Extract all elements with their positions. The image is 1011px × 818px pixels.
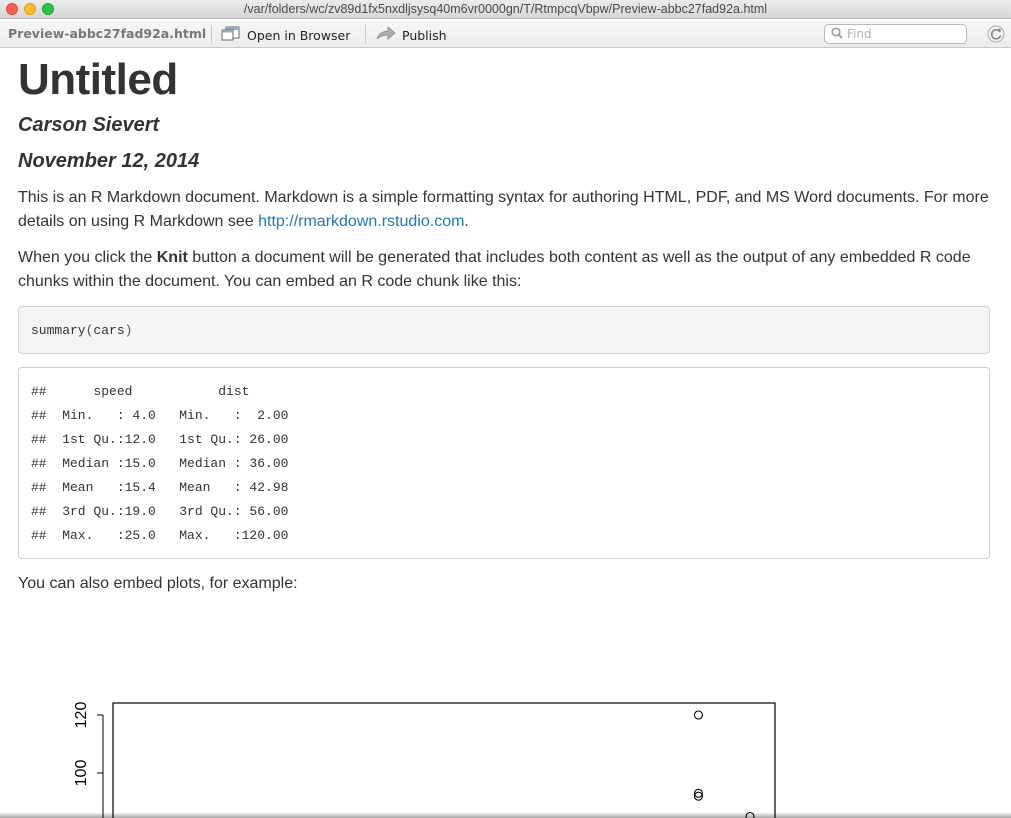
- find-box[interactable]: [824, 24, 967, 44]
- knit-text-pre: When you click the: [18, 249, 157, 266]
- window-titlebar: /var/folders/wc/zv89d1fx5nxdljsysq40m6vr…: [0, 0, 1011, 19]
- intro-text: This is an R Markdown document. Markdown…: [18, 189, 989, 230]
- output-line: ## speed dist: [31, 384, 305, 399]
- code-argument: cars: [93, 323, 125, 338]
- document-date: November 12, 2014: [18, 150, 200, 172]
- code-function: summary: [31, 323, 86, 338]
- publish-label: Publish: [402, 27, 447, 43]
- toolbar-separator: [365, 25, 366, 43]
- document-title: Untitled: [18, 55, 178, 104]
- intro-end: .: [464, 213, 469, 230]
- y-tick-label: 100: [73, 760, 90, 787]
- output-line: ## Median :15.0 Median : 36.00: [31, 456, 305, 471]
- open-in-browser-button[interactable]: Open in Browser: [221, 26, 350, 44]
- toolbar-separator: [211, 25, 212, 43]
- output-line: ## 3rd Qu.:19.0 3rd Qu.: 56.00: [31, 504, 305, 519]
- rmarkdown-link[interactable]: http://rmarkdown.rstudio.com: [258, 213, 464, 230]
- preview-filename: Preview-abbc27fad92a.html: [8, 26, 207, 41]
- y-tick-label: 120: [73, 702, 90, 729]
- output-line: ## Max. :25.0 Max. :120.00: [31, 528, 305, 543]
- intro-paragraph: This is an R Markdown document. Markdown…: [18, 186, 990, 234]
- open-in-browser-label: Open in Browser: [247, 27, 351, 43]
- plots-paragraph: You can also embed plots, for example:: [18, 575, 298, 592]
- data-point: [693, 788, 703, 798]
- window-bottom-edge: [0, 812, 1011, 818]
- document-author: Carson Sievert: [18, 114, 160, 136]
- publish-button[interactable]: Publish: [376, 26, 447, 44]
- output-line: ## Min. : 4.0 Min. : 2.00: [31, 408, 305, 423]
- publish-arrow-icon: [376, 26, 396, 44]
- knit-paragraph: When you click the Knit button a documen…: [18, 246, 990, 294]
- code-paren-close: ): [124, 323, 133, 338]
- find-input[interactable]: [847, 27, 957, 41]
- refresh-icon[interactable]: [987, 25, 1005, 46]
- data-point: [693, 791, 703, 801]
- plot-box: [112, 702, 776, 818]
- output-line: ## 1st Qu.:12.0 1st Qu.: 26.00: [31, 432, 305, 447]
- search-icon: [831, 26, 843, 42]
- knit-bold: Knit: [156, 249, 188, 266]
- browser-window-icon: [221, 26, 241, 44]
- viewer-toolbar: Preview-abbc27fad92a.html Open in Browse…: [0, 20, 1011, 48]
- output-line: ## Mean :15.4 Mean : 42.98: [31, 480, 305, 495]
- r-output-chunk: ## speed dist ## Min. : 4.0 Min. : 2.00 …: [18, 367, 990, 559]
- data-point: [693, 710, 703, 720]
- r-code-chunk: summary(cars): [18, 306, 990, 354]
- window-title: /var/folders/wc/zv89d1fx5nxdljsysq40m6vr…: [243, 2, 768, 16]
